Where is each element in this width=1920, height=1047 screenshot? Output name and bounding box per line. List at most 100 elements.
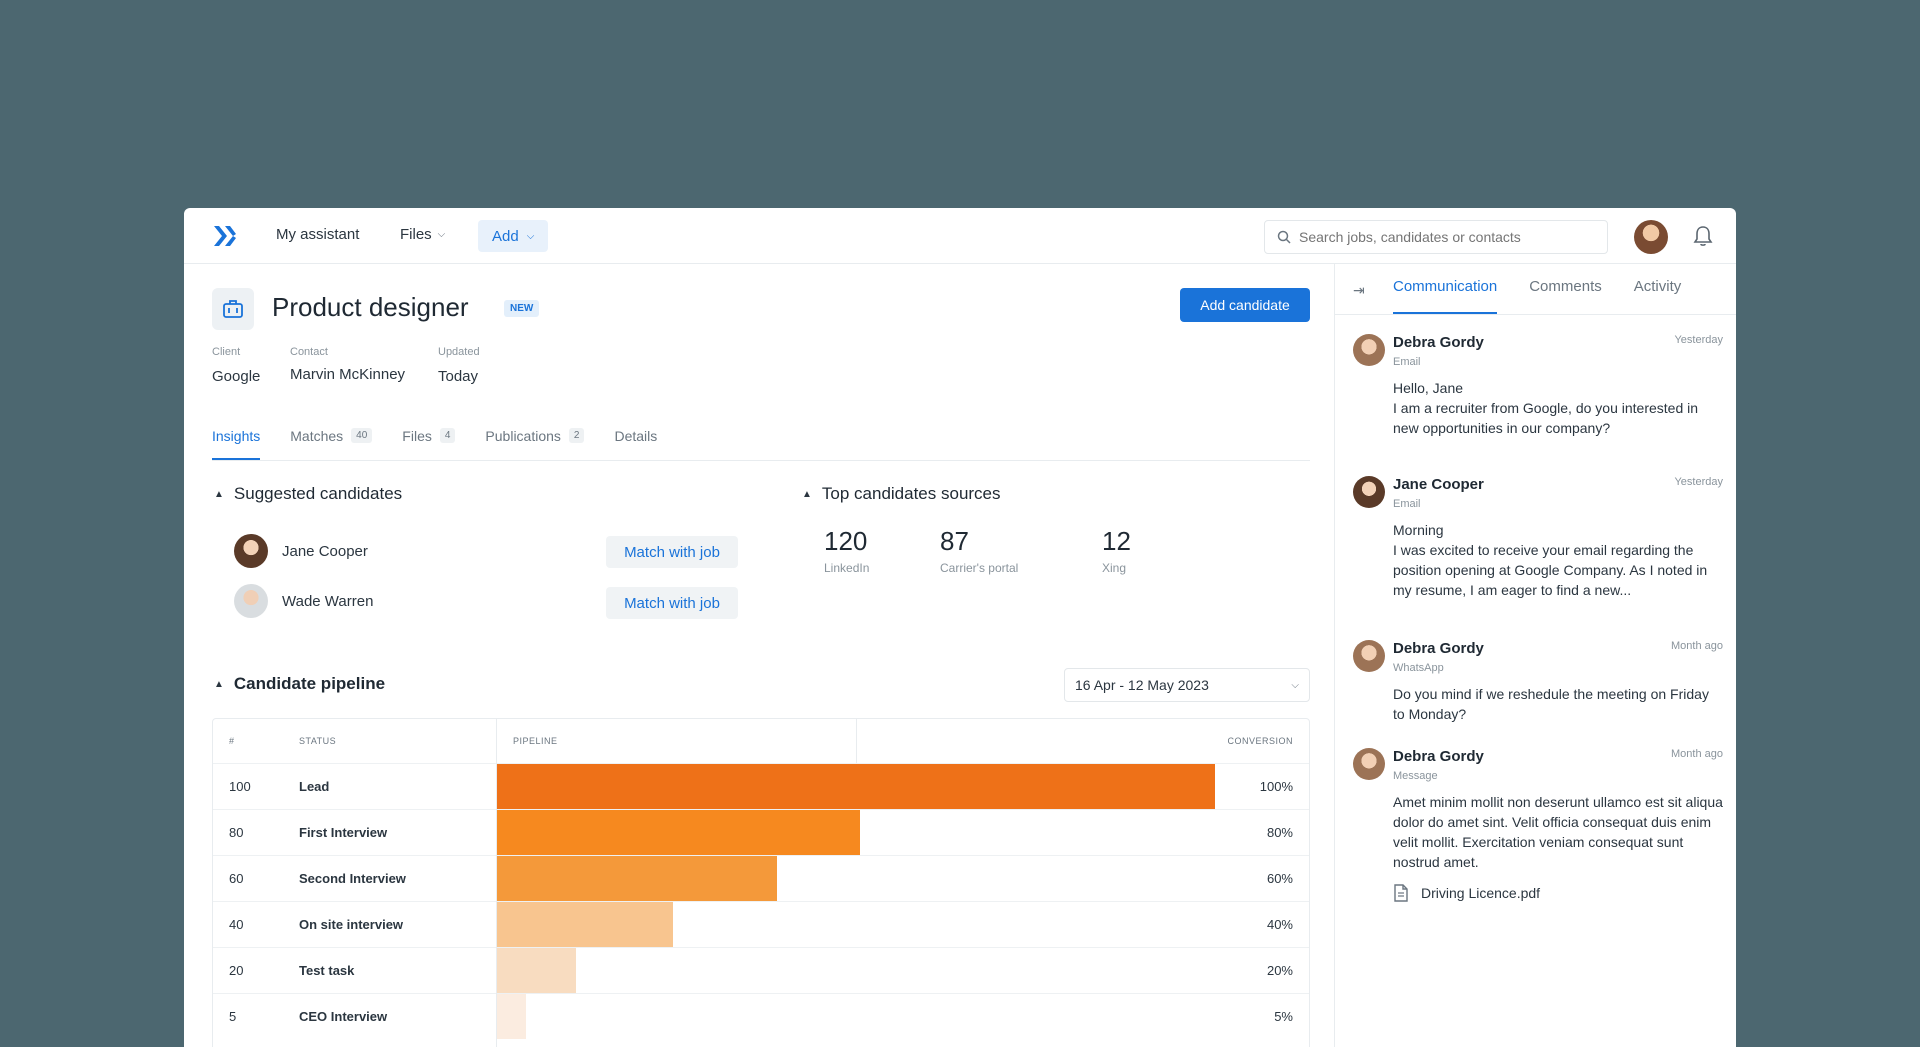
- message-channel: Email: [1393, 356, 1421, 368]
- pipeline-conversion: 80%: [1266, 825, 1293, 840]
- attachment-name: Driving Licence.pdf: [1421, 885, 1541, 901]
- message-channel: Message: [1393, 770, 1438, 782]
- section-title: Suggested candidates: [233, 484, 403, 503]
- pipeline-bar: [497, 994, 526, 1039]
- collapse-triangle-icon: ▲: [802, 488, 812, 500]
- match-with-job-button[interactable]: Match with job: [606, 587, 738, 619]
- add-button[interactable]: Add ⌵: [478, 220, 549, 252]
- collapse-triangle-icon: ▲: [214, 488, 224, 500]
- message-body: Hello, Jane I am a recruiter from Google…: [1393, 380, 1699, 436]
- tab-communication[interactable]: Communication: [1393, 278, 1498, 314]
- meta-value[interactable]: Marvin McKinney: [290, 366, 405, 383]
- search-input[interactable]: [1299, 229, 1589, 245]
- pipeline-row[interactable]: 20 Test task 20%: [213, 947, 1309, 993]
- message-sender: Debra Gordy: [1393, 334, 1484, 351]
- message-item[interactable]: Debra Gordy Yesterday Email Hello, Jane …: [1353, 334, 1723, 464]
- bell-icon[interactable]: [1692, 224, 1714, 248]
- suggested-candidates-header[interactable]: ▲ Suggested candidates: [214, 484, 402, 504]
- nav-my-assistant[interactable]: My assistant: [276, 226, 359, 243]
- top-bar: My assistant Files ⌵ Add ⌵: [184, 208, 1736, 264]
- tab-activity[interactable]: Activity: [1634, 278, 1682, 314]
- match-with-job-button[interactable]: Match with job: [606, 536, 738, 568]
- col-header-num: #: [229, 736, 235, 746]
- message-sender: Jane Cooper: [1393, 476, 1484, 493]
- pipeline-status: First Interview: [299, 825, 388, 840]
- source-count: 120: [824, 526, 868, 556]
- tabs-divider: [212, 460, 1310, 461]
- chevron-down-icon: ⌵: [1291, 679, 1299, 691]
- nav-files-label: Files: [400, 226, 432, 243]
- logo-icon[interactable]: [212, 224, 238, 248]
- message-channel: Email: [1393, 498, 1421, 510]
- pipeline-conversion: 60%: [1266, 871, 1293, 886]
- search-icon: [1277, 230, 1291, 244]
- candidate-name: Wade Warren: [282, 592, 374, 610]
- pipeline-status: Second Interview: [299, 871, 406, 886]
- tab-comments[interactable]: Comments: [1529, 278, 1602, 314]
- source-count: 12: [1102, 526, 1131, 556]
- source-name: LinkedIn: [824, 561, 870, 575]
- pipeline-row[interactable]: 40 On site interview 40%: [213, 901, 1309, 947]
- pipeline-table-header: # STATUS PIPELINE CONVERSION: [213, 719, 1309, 763]
- add-button-label: Add: [492, 227, 519, 245]
- pipeline-conversion: 5%: [1274, 1009, 1293, 1024]
- section-title: Candidate pipeline: [233, 674, 386, 693]
- col-header-conversion: CONVERSION: [1227, 736, 1293, 746]
- briefcase-icon: [212, 288, 254, 330]
- message-channel: WhatsApp: [1393, 662, 1444, 674]
- nav-files[interactable]: Files ⌵: [400, 226, 445, 243]
- pipeline-row[interactable]: 80 First Interview 80%: [213, 809, 1309, 855]
- pipeline-row[interactable]: 60 Second Interview 60%: [213, 855, 1309, 901]
- meta-label: Contact: [290, 346, 328, 358]
- pipeline-conversion: 20%: [1266, 963, 1293, 978]
- pipeline-count: 100: [229, 779, 251, 794]
- tab-files[interactable]: Files 4: [402, 420, 456, 460]
- date-range-value: 16 Apr - 12 May 2023: [1075, 677, 1209, 693]
- candidate-name: Jane Cooper: [282, 542, 368, 560]
- source-item: 87 Carrier's portal: [940, 526, 1018, 575]
- tab-insights[interactable]: Insights: [212, 420, 261, 460]
- add-candidate-button[interactable]: Add candidate: [1180, 288, 1310, 322]
- message-item[interactable]: Debra Gordy Month ago Message Amet minim…: [1353, 748, 1723, 878]
- collapse-panel-icon[interactable]: ⇥: [1353, 282, 1365, 299]
- app-window: My assistant Files ⌵ Add ⌵ Search jobs, …: [184, 208, 1736, 1047]
- pipeline-row[interactable]: 100 Lead 100%: [213, 763, 1309, 809]
- date-range-select[interactable]: 16 Apr - 12 May 2023 ⌵: [1064, 668, 1310, 702]
- avatar: [1353, 640, 1385, 672]
- document-icon: [1394, 884, 1408, 902]
- pipeline-status: Test task: [299, 963, 355, 978]
- top-sources-header[interactable]: ▲ Top candidates sources: [802, 484, 1001, 504]
- pipeline-row[interactable]: 5 CEO Interview 5%: [213, 993, 1309, 1039]
- pipeline-bar: [497, 948, 576, 993]
- job-tabs: Insights Matches 40 Files 4 Publications…: [212, 420, 657, 460]
- message-item[interactable]: Jane Cooper Yesterday Email Morning I wa…: [1353, 476, 1723, 626]
- message-body: Amet minim mollit non deserunt ullamco e…: [1393, 794, 1723, 870]
- message-time: Month ago: [1671, 748, 1723, 760]
- message-time: Month ago: [1671, 640, 1723, 652]
- meta-label: Client: [212, 346, 241, 358]
- avatar: [234, 534, 268, 568]
- meta-client: Client Google: [212, 346, 260, 385]
- source-item: 12 Xing: [1102, 526, 1131, 575]
- page-title: Product designer: [272, 292, 469, 322]
- pipeline-bar: [497, 764, 1215, 809]
- tab-publications[interactable]: Publications 2: [485, 420, 585, 460]
- attachment-link[interactable]: Driving Licence.pdf: [1393, 884, 1540, 902]
- tab-label: Files: [402, 428, 432, 444]
- source-name: Carrier's portal: [940, 561, 1019, 575]
- candidate-item[interactable]: Wade Warren: [234, 584, 373, 618]
- meta-value: Google: [212, 368, 261, 385]
- pipeline-status: Lead: [299, 779, 330, 794]
- nav-my-assistant-label: My assistant: [276, 226, 360, 243]
- search-box[interactable]: [1264, 220, 1608, 254]
- tabs-divider: [1335, 314, 1736, 315]
- user-avatar[interactable]: [1634, 220, 1668, 254]
- message-item[interactable]: Debra Gordy Month ago WhatsApp Do you mi…: [1353, 640, 1723, 736]
- candidate-pipeline-header[interactable]: ▲ Candidate pipeline: [214, 674, 385, 694]
- pipeline-conversion: 100%: [1259, 779, 1293, 794]
- candidate-item[interactable]: Jane Cooper: [234, 534, 368, 568]
- tab-matches[interactable]: Matches 40: [290, 420, 373, 460]
- tab-label: Details: [614, 428, 658, 444]
- tab-details[interactable]: Details: [614, 420, 657, 460]
- message-body: Do you mind if we reshedule the meeting …: [1393, 686, 1709, 722]
